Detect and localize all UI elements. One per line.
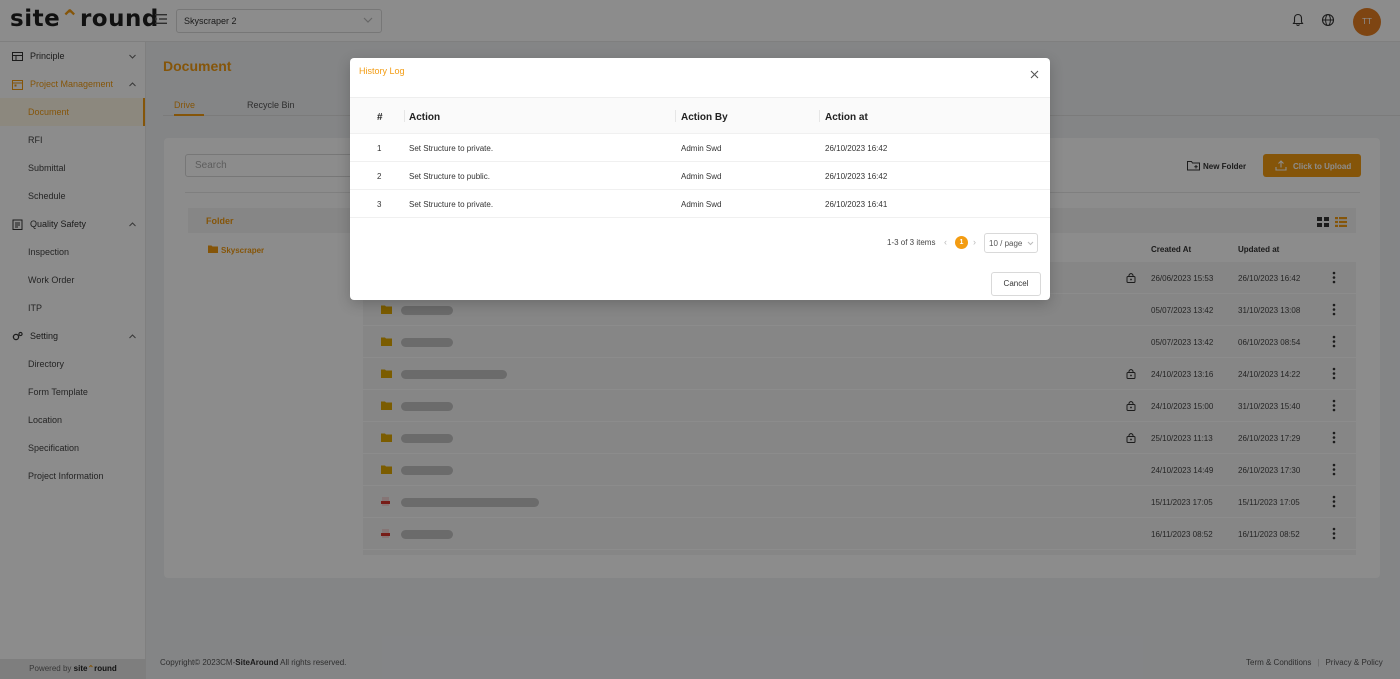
cancel-button[interactable]: Cancel	[991, 272, 1041, 296]
history-num: 2	[377, 172, 382, 181]
close-icon[interactable]	[1030, 70, 1039, 79]
history-action-by: Admin Swd	[681, 172, 722, 181]
history-action: Set Structure to private.	[409, 144, 494, 153]
column-separator	[404, 110, 405, 122]
history-row: 2 Set Structure to public. Admin Swd 26/10/…	[350, 162, 1050, 190]
history-action-at: 26/10/2023 16:41	[825, 200, 888, 209]
history-num: 1	[377, 144, 382, 153]
pagination-page-1[interactable]: 1	[955, 236, 968, 249]
history-row: 3 Set Structure to private. Admin Swd 26/10…	[350, 190, 1050, 218]
history-action-by: Admin Swd	[681, 200, 722, 209]
history-action: Set Structure to private.	[409, 200, 494, 209]
column-num: #	[377, 112, 383, 123]
history-action-at: 26/10/2023 16:42	[825, 172, 888, 181]
history-action-at: 26/10/2023 16:42	[825, 144, 888, 153]
history-num: 3	[377, 200, 382, 209]
column-action-by: Action By	[681, 112, 728, 123]
history-action-by: Admin Swd	[681, 144, 722, 153]
chevron-right-icon[interactable]: ›	[973, 237, 976, 247]
history-row: 1 Set Structure to private. Admin Swd 26/10…	[350, 134, 1050, 162]
pagination-total: 1-3 of 3 items	[887, 238, 936, 247]
column-action: Action	[409, 112, 441, 123]
history-table-header: # Action Action By Action at	[350, 98, 1050, 134]
column-separator	[819, 110, 820, 122]
page-size-select[interactable]: 10 / page	[984, 233, 1038, 253]
modal-title: History Log	[359, 66, 405, 76]
chevron-down-icon	[1027, 241, 1034, 246]
column-action-at: Action at	[825, 112, 868, 123]
pagination: 1-3 of 3 items ‹ 1 › 10 / page	[350, 233, 1050, 253]
column-separator	[675, 110, 676, 122]
chevron-left-icon[interactable]: ‹	[944, 237, 947, 247]
history-log-modal: History Log # Action Action By Action at…	[350, 58, 1050, 300]
history-action: Set Structure to public.	[409, 172, 490, 181]
